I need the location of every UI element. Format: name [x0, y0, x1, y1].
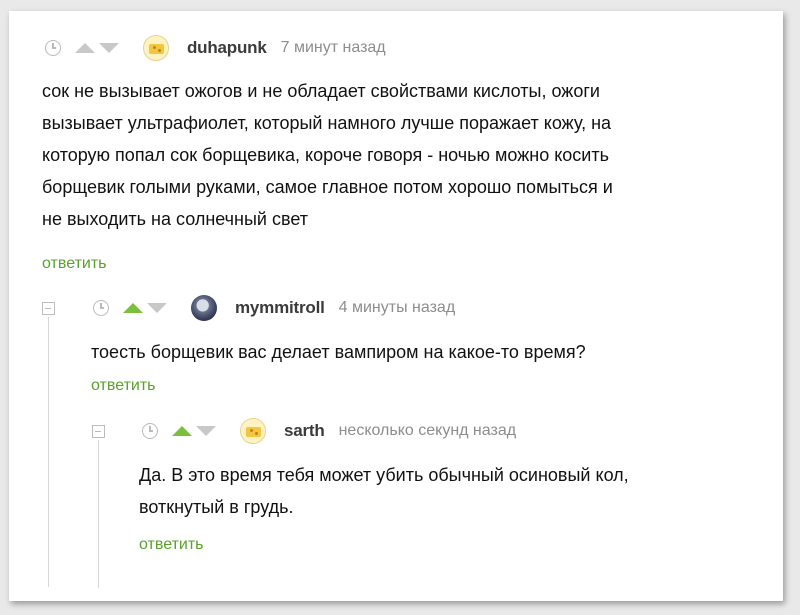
- photo-avatar-icon[interactable]: [191, 295, 217, 321]
- comments-panel: duhapunk 7 минут назад сок не вызывает о…: [9, 11, 783, 601]
- comment-text-line: вызывает ультрафиолет, который намного л…: [42, 113, 612, 133]
- cheese-avatar-icon[interactable]: [143, 35, 169, 61]
- collapse-thread-button[interactable]: [92, 425, 105, 438]
- collapse-thread-button[interactable]: [42, 302, 55, 315]
- clock-icon[interactable]: [142, 423, 158, 439]
- reply-link[interactable]: ответить: [91, 377, 156, 395]
- upvote-icon[interactable]: [75, 43, 95, 53]
- username[interactable]: sarth: [284, 421, 325, 441]
- comment-text-line: не выходить на солнечный свет: [42, 209, 309, 229]
- cheese-avatar-icon[interactable]: [240, 418, 266, 444]
- comment-header: mymmitroll 4 минуты назад: [93, 295, 455, 321]
- clock-icon[interactable]: [93, 300, 109, 316]
- downvote-icon[interactable]: [99, 43, 119, 53]
- downvote-icon[interactable]: [196, 426, 216, 436]
- comment-text-line: воткнутый в грудь.: [139, 497, 294, 517]
- upvote-icon[interactable]: [172, 426, 192, 436]
- comment-header: sarth несколько секунд назад: [142, 418, 516, 444]
- comment-text-line: борщевик голыми руками, самое главное по…: [42, 177, 613, 197]
- comment-text-line: сок не вызывает ожогов и не обладает сво…: [42, 81, 600, 101]
- comment-time: несколько секунд назад: [338, 422, 517, 439]
- comment-text: сок не вызывает ожогов и не обладает сво…: [42, 75, 613, 235]
- comment-time: 4 минуты назад: [338, 299, 456, 316]
- comment-header: duhapunk 7 минут назад: [45, 35, 386, 61]
- reply-link[interactable]: ответить: [139, 536, 204, 554]
- username[interactable]: mymmitroll: [235, 298, 325, 318]
- upvote-icon[interactable]: [123, 303, 143, 313]
- comment-time: 7 минут назад: [280, 39, 386, 56]
- comment-text: тоесть борщевик вас делает вампиром на к…: [91, 336, 586, 368]
- clock-icon[interactable]: [45, 40, 61, 56]
- comment-text-line: которую попал сок борщевика, короче гово…: [42, 145, 609, 165]
- downvote-icon[interactable]: [147, 303, 167, 313]
- thread-line: [98, 440, 99, 588]
- comment-text-line: тоесть борщевик вас делает вампиром на к…: [91, 342, 586, 362]
- thread-line: [48, 317, 49, 587]
- comment-text: Да. В это время тебя может убить обычный…: [139, 459, 629, 523]
- reply-link[interactable]: ответить: [42, 255, 107, 273]
- username[interactable]: duhapunk: [187, 38, 267, 58]
- comment-text-line: Да. В это время тебя может убить обычный…: [139, 465, 629, 485]
